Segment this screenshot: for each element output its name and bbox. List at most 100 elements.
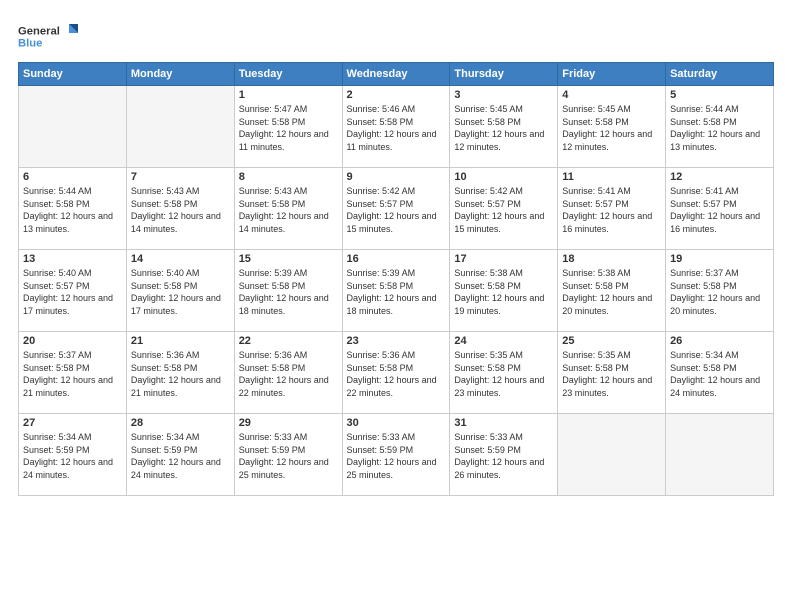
calendar-cell: 8Sunrise: 5:43 AMSunset: 5:58 PMDaylight… xyxy=(234,168,342,250)
day-number: 26 xyxy=(670,335,769,347)
calendar-cell: 22Sunrise: 5:36 AMSunset: 5:58 PMDayligh… xyxy=(234,332,342,414)
day-info: Sunrise: 5:38 AMSunset: 5:58 PMDaylight:… xyxy=(454,267,553,317)
calendar-cell: 12 Sunrise: 5:41 AMSunset: 5:57 PMDayligh… xyxy=(666,168,774,250)
calendar-cell: 5 Sunrise: 5:44 AMSunset: 5:58 PMDaylight… xyxy=(666,86,774,168)
day-info: Sunrise: 5:45 AMSunset: 5:58 PMDaylight:… xyxy=(454,103,553,153)
day-number: 24 xyxy=(454,335,553,347)
header: General Blue xyxy=(18,18,774,54)
calendar-cell: 29Sunrise: 5:33 AMSunset: 5:59 PMDayligh… xyxy=(234,414,342,496)
day-info: Sunrise: 5:34 AMSunset: 5:59 PMDaylight:… xyxy=(23,431,122,481)
day-number: 27 xyxy=(23,417,122,429)
calendar-cell: 1 Sunrise: 5:47 AMSunset: 5:58 PMDaylight… xyxy=(234,86,342,168)
day-info: Sunrise: 5:38 AMSunset: 5:58 PMDaylight:… xyxy=(562,267,661,317)
day-info: Sunrise: 5:34 AMSunset: 5:58 PMDaylight:… xyxy=(670,349,769,399)
calendar-cell: 20Sunrise: 5:37 AMSunset: 5:58 PMDayligh… xyxy=(19,332,127,414)
calendar-cell: 3 Sunrise: 5:45 AMSunset: 5:58 PMDaylight… xyxy=(450,86,558,168)
calendar-cell: 15 Sunrise: 5:39 AMSunset: 5:58 PMDayligh… xyxy=(234,250,342,332)
day-number: 12 xyxy=(670,171,769,183)
day-header-tuesday: Tuesday xyxy=(234,63,342,86)
day-header-monday: Monday xyxy=(126,63,234,86)
calendar-week-row: 6Sunrise: 5:44 AMSunset: 5:58 PMDaylight… xyxy=(19,168,774,250)
day-number: 13 xyxy=(23,253,122,265)
day-info: Sunrise: 5:37 AMSunset: 5:58 PMDaylight:… xyxy=(670,267,769,317)
calendar-cell: 17 Sunrise: 5:38 AMSunset: 5:58 PMDayligh… xyxy=(450,250,558,332)
calendar-cell: 6Sunrise: 5:44 AMSunset: 5:58 PMDaylight… xyxy=(19,168,127,250)
day-info: Sunrise: 5:39 AMSunset: 5:58 PMDaylight:… xyxy=(347,267,446,317)
day-number: 7 xyxy=(131,171,230,183)
calendar-cell xyxy=(126,86,234,168)
day-info: Sunrise: 5:35 AMSunset: 5:58 PMDaylight:… xyxy=(454,349,553,399)
day-number: 16 xyxy=(347,253,446,265)
day-number: 19 xyxy=(670,253,769,265)
calendar-cell: 14 Sunrise: 5:40 AMSunset: 5:58 PMDayligh… xyxy=(126,250,234,332)
calendar-cell: 27 Sunrise: 5:34 AMSunset: 5:59 PMDayligh… xyxy=(19,414,127,496)
calendar-cell xyxy=(666,414,774,496)
calendar-cell: 28Sunrise: 5:34 AMSunset: 5:59 PMDayligh… xyxy=(126,414,234,496)
calendar-cell: 24 Sunrise: 5:35 AMSunset: 5:58 PMDayligh… xyxy=(450,332,558,414)
day-info: Sunrise: 5:46 AMSunset: 5:58 PMDaylight:… xyxy=(347,103,446,153)
day-info: Sunrise: 5:39 AMSunset: 5:58 PMDaylight:… xyxy=(239,267,338,317)
day-info: Sunrise: 5:42 AMSunset: 5:57 PMDaylight:… xyxy=(454,185,553,235)
day-number: 17 xyxy=(454,253,553,265)
day-number: 4 xyxy=(562,89,661,101)
day-number: 18 xyxy=(562,253,661,265)
calendar-cell: 21 Sunrise: 5:36 AMSunset: 5:58 PMDayligh… xyxy=(126,332,234,414)
day-header-saturday: Saturday xyxy=(666,63,774,86)
day-number: 2 xyxy=(347,89,446,101)
day-number: 21 xyxy=(131,335,230,347)
calendar-cell: 7Sunrise: 5:43 AMSunset: 5:58 PMDaylight… xyxy=(126,168,234,250)
calendar-cell xyxy=(558,414,666,496)
svg-text:General: General xyxy=(18,26,60,38)
day-number: 1 xyxy=(239,89,338,101)
day-info: Sunrise: 5:33 AMSunset: 5:59 PMDaylight:… xyxy=(454,431,553,481)
calendar-cell: 11 Sunrise: 5:41 AMSunset: 5:57 PMDayligh… xyxy=(558,168,666,250)
calendar-cell: 9Sunrise: 5:42 AMSunset: 5:57 PMDaylight… xyxy=(342,168,450,250)
day-info: Sunrise: 5:33 AMSunset: 5:59 PMDaylight:… xyxy=(239,431,338,481)
day-number: 3 xyxy=(454,89,553,101)
calendar-cell: 23Sunrise: 5:36 AMSunset: 5:58 PMDayligh… xyxy=(342,332,450,414)
day-number: 5 xyxy=(670,89,769,101)
day-info: Sunrise: 5:45 AMSunset: 5:58 PMDaylight:… xyxy=(562,103,661,153)
calendar-cell: 25Sunrise: 5:35 AMSunset: 5:58 PMDayligh… xyxy=(558,332,666,414)
day-info: Sunrise: 5:41 AMSunset: 5:57 PMDaylight:… xyxy=(670,185,769,235)
calendar-cell: 31 Sunrise: 5:33 AMSunset: 5:59 PMDayligh… xyxy=(450,414,558,496)
calendar-cell: 16 Sunrise: 5:39 AMSunset: 5:58 PMDayligh… xyxy=(342,250,450,332)
day-info: Sunrise: 5:36 AMSunset: 5:58 PMDaylight:… xyxy=(347,349,446,399)
day-number: 11 xyxy=(562,171,661,183)
calendar-week-row: 1 Sunrise: 5:47 AMSunset: 5:58 PMDaylight… xyxy=(19,86,774,168)
calendar-cell: 18 Sunrise: 5:38 AMSunset: 5:58 PMDayligh… xyxy=(558,250,666,332)
day-number: 8 xyxy=(239,171,338,183)
day-info: Sunrise: 5:33 AMSunset: 5:59 PMDaylight:… xyxy=(347,431,446,481)
calendar-cell: 19 Sunrise: 5:37 AMSunset: 5:58 PMDayligh… xyxy=(666,250,774,332)
day-info: Sunrise: 5:36 AMSunset: 5:58 PMDaylight:… xyxy=(131,349,230,399)
day-info: Sunrise: 5:34 AMSunset: 5:59 PMDaylight:… xyxy=(131,431,230,481)
day-info: Sunrise: 5:40 AMSunset: 5:57 PMDaylight:… xyxy=(23,267,122,317)
day-info: Sunrise: 5:41 AMSunset: 5:57 PMDaylight:… xyxy=(562,185,661,235)
day-info: Sunrise: 5:47 AMSunset: 5:58 PMDaylight:… xyxy=(239,103,338,153)
calendar-cell: 2 Sunrise: 5:46 AMSunset: 5:58 PMDaylight… xyxy=(342,86,450,168)
day-number: 31 xyxy=(454,417,553,429)
calendar-cell xyxy=(19,86,127,168)
day-number: 25 xyxy=(562,335,661,347)
calendar-cell: 30 Sunrise: 5:33 AMSunset: 5:59 PMDayligh… xyxy=(342,414,450,496)
calendar-table: SundayMondayTuesdayWednesdayThursdayFrid… xyxy=(18,62,774,496)
day-header-thursday: Thursday xyxy=(450,63,558,86)
day-info: Sunrise: 5:40 AMSunset: 5:58 PMDaylight:… xyxy=(131,267,230,317)
day-number: 6 xyxy=(23,171,122,183)
day-header-sunday: Sunday xyxy=(19,63,127,86)
day-info: Sunrise: 5:44 AMSunset: 5:58 PMDaylight:… xyxy=(670,103,769,153)
day-header-wednesday: Wednesday xyxy=(342,63,450,86)
logo-svg: General Blue xyxy=(18,18,78,54)
day-number: 9 xyxy=(347,171,446,183)
svg-text:Blue: Blue xyxy=(18,38,42,50)
page: General Blue SundayMondayTuesdayWednesda… xyxy=(0,0,792,612)
calendar-cell: 4 Sunrise: 5:45 AMSunset: 5:58 PMDaylight… xyxy=(558,86,666,168)
day-info: Sunrise: 5:37 AMSunset: 5:58 PMDaylight:… xyxy=(23,349,122,399)
day-number: 14 xyxy=(131,253,230,265)
day-number: 15 xyxy=(239,253,338,265)
calendar-week-row: 27 Sunrise: 5:34 AMSunset: 5:59 PMDayligh… xyxy=(19,414,774,496)
calendar-header-row: SundayMondayTuesdayWednesdayThursdayFrid… xyxy=(19,63,774,86)
calendar-cell: 26 Sunrise: 5:34 AMSunset: 5:58 PMDayligh… xyxy=(666,332,774,414)
day-number: 30 xyxy=(347,417,446,429)
day-number: 10 xyxy=(454,171,553,183)
